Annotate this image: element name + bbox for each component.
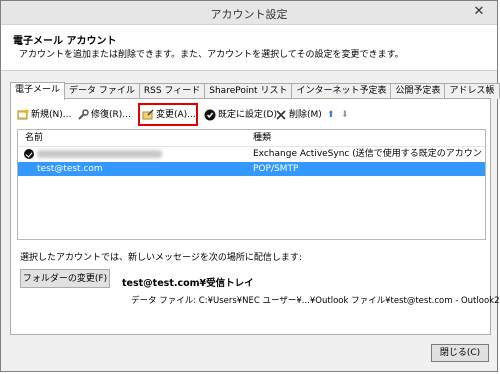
account-settings-dialog: アカウント設定 ✕ 電子メール アカウント アカウントを追加または削除できます。… xyxy=(0,0,500,372)
up-arrow-icon: ⬆ xyxy=(327,110,335,120)
repair-account-label: 修復(R)... xyxy=(91,110,131,120)
new-account-label: 新規(N)... xyxy=(31,110,72,120)
account-name-blurred xyxy=(37,147,162,161)
delete-x-icon xyxy=(276,110,286,120)
move-up-button[interactable]: ⬆ xyxy=(327,106,335,124)
tab-data-files[interactable]: データ ファイル xyxy=(64,83,140,99)
repair-account-button[interactable]: 修復(R)... xyxy=(77,106,131,124)
tab-internet-calendars[interactable]: インターネット予定表 xyxy=(291,83,392,99)
delivery-description: 選択したアカウントでは、新しいメッセージを次の場所に配信します: xyxy=(20,253,302,263)
column-header-type[interactable]: 種類 xyxy=(253,130,271,146)
title-bar: アカウント設定 ✕ xyxy=(1,1,497,25)
wrench-icon xyxy=(78,109,89,120)
tab-published-calendars[interactable]: 公開予定表 xyxy=(390,83,446,99)
window-title: アカウント設定 xyxy=(210,8,288,21)
delete-account-label: 削除(M) xyxy=(289,110,322,120)
tab-strip: 電子メール データ ファイル RSS フィード SharePoint リスト イ… xyxy=(10,82,500,100)
account-list: 名前 種類 Exchange ActiveSync (送信で使用する既定のアカウ… xyxy=(17,129,486,240)
account-row[interactable]: Exchange ActiveSync (送信で使用する既定のアカウント) xyxy=(18,147,485,173)
header-description: アカウントを追加または削除できます。また、アカウントを選択してその設定を変更でき… xyxy=(19,50,404,60)
delete-account-button[interactable]: 削除(M) xyxy=(275,106,322,124)
down-arrow-icon: ⬇ xyxy=(341,110,349,120)
account-type: POP/SMTP xyxy=(253,164,299,174)
data-file-path: データ ファイル: C:¥Users¥NEC ユーザー¥...¥Outlook … xyxy=(131,296,500,306)
account-name: test@test.com xyxy=(37,164,103,174)
new-account-icon xyxy=(17,109,29,120)
close-button[interactable]: 閉じる(C) xyxy=(431,344,489,362)
account-row-selected[interactable]: test@test.com POP/SMTP xyxy=(18,162,485,176)
header-title: 電子メール アカウント xyxy=(13,36,117,47)
set-default-button[interactable]: 既定に設定(D) xyxy=(204,106,277,124)
set-default-label: 既定に設定(D) xyxy=(218,110,277,120)
new-account-button[interactable]: 新規(N)... xyxy=(17,106,71,124)
default-account-check-icon xyxy=(24,149,34,159)
list-header: 名前 種類 xyxy=(18,130,485,147)
column-header-name[interactable]: 名前 xyxy=(25,130,43,146)
dialog-header: 電子メール アカウント アカウントを追加または削除できます。また、アカウントを選… xyxy=(1,25,497,71)
tab-email[interactable]: 電子メール xyxy=(10,82,66,100)
change-folder-button[interactable]: フォルダーの変更(F) xyxy=(20,269,110,288)
default-check-icon xyxy=(204,109,216,121)
delivery-inbox-path: test@test.com¥受信トレイ xyxy=(122,278,254,289)
tab-rss-feeds[interactable]: RSS フィード xyxy=(138,83,206,99)
tab-address-books[interactable]: アドレス帳 xyxy=(444,83,500,99)
tab-sharepoint-lists[interactable]: SharePoint リスト xyxy=(204,83,293,99)
move-down-button[interactable]: ⬇ xyxy=(341,106,349,124)
account-toolbar: 新規(N)... 修復(R)... 変更(A)... 既定に設定(D) 削除(M… xyxy=(17,103,487,126)
change-button-highlight xyxy=(138,103,198,126)
email-tab-panel: 新規(N)... 修復(R)... 変更(A)... 既定に設定(D) 削除(M… xyxy=(10,98,500,335)
window-close-button[interactable]: ✕ xyxy=(465,3,493,21)
